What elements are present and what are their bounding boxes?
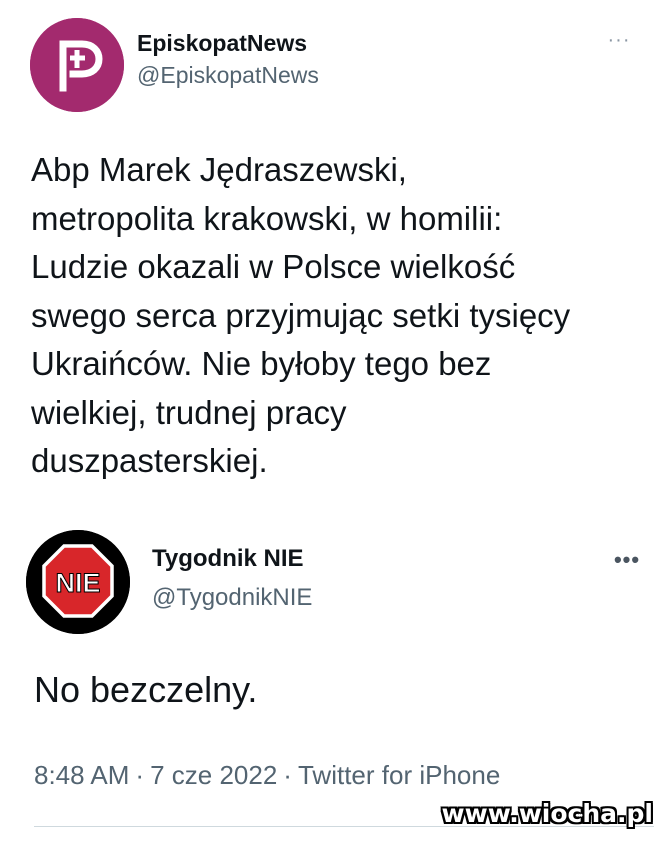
tweet-metadata: 8:48 AM · 7 cze 2022 · Twitter for iPhone (34, 760, 500, 791)
separator: · (135, 760, 145, 790)
tweet-text-line: duszpasterskiej. (31, 442, 268, 479)
stop-sign-logo-icon: NIE (26, 530, 130, 634)
author-name[interactable]: EpiskopatNews (137, 30, 307, 57)
cross-logo-icon (30, 18, 124, 112)
author-handle[interactable]: @TygodnikNIE (152, 584, 312, 612)
tweet-time[interactable]: 8:48 AM (34, 760, 129, 790)
tweet-date[interactable]: 7 cze 2022 (150, 760, 277, 790)
tweet-text-line: Ludzie okazali w Polsce wielkość (31, 248, 516, 285)
avatar[interactable]: NIE (26, 530, 130, 634)
quoted-tweet: EpiskopatNews @EpiskopatNews ··· Abp Mar… (0, 0, 667, 510)
avatar-text: NIE (55, 568, 100, 598)
tweet-text-line: swego serca przyjmując setki tysięcy (31, 296, 571, 334)
reply-tweet: NIE Tygodnik NIE @TygodnikNIE ••• No bez… (0, 510, 667, 842)
tweet-text: No bezczelny. (34, 669, 258, 710)
author-handle[interactable]: @EpiskopatNews (137, 62, 319, 89)
author-name[interactable]: Tygodnik NIE (152, 545, 304, 573)
watermark: www.wiocha.pl (441, 799, 653, 828)
tweet-text-line: Abp Marek Jędraszewski, (31, 151, 407, 188)
tweet-source[interactable]: Twitter for iPhone (298, 760, 500, 790)
more-options-icon[interactable]: ••• (610, 549, 644, 571)
tweet-text-line: wielkiej, trudnej pracy (31, 393, 347, 431)
more-options-icon[interactable]: ··· (604, 30, 634, 50)
tweet-text-line: metropolita krakowski, w homilii: (31, 199, 503, 237)
avatar[interactable] (30, 18, 124, 112)
tweet-text-line: Ukraińców. Nie byłoby tego bez (31, 345, 492, 382)
separator: · (283, 760, 292, 790)
tweet-text: Abp Marek Jędraszewski, metropolita krak… (31, 146, 651, 486)
